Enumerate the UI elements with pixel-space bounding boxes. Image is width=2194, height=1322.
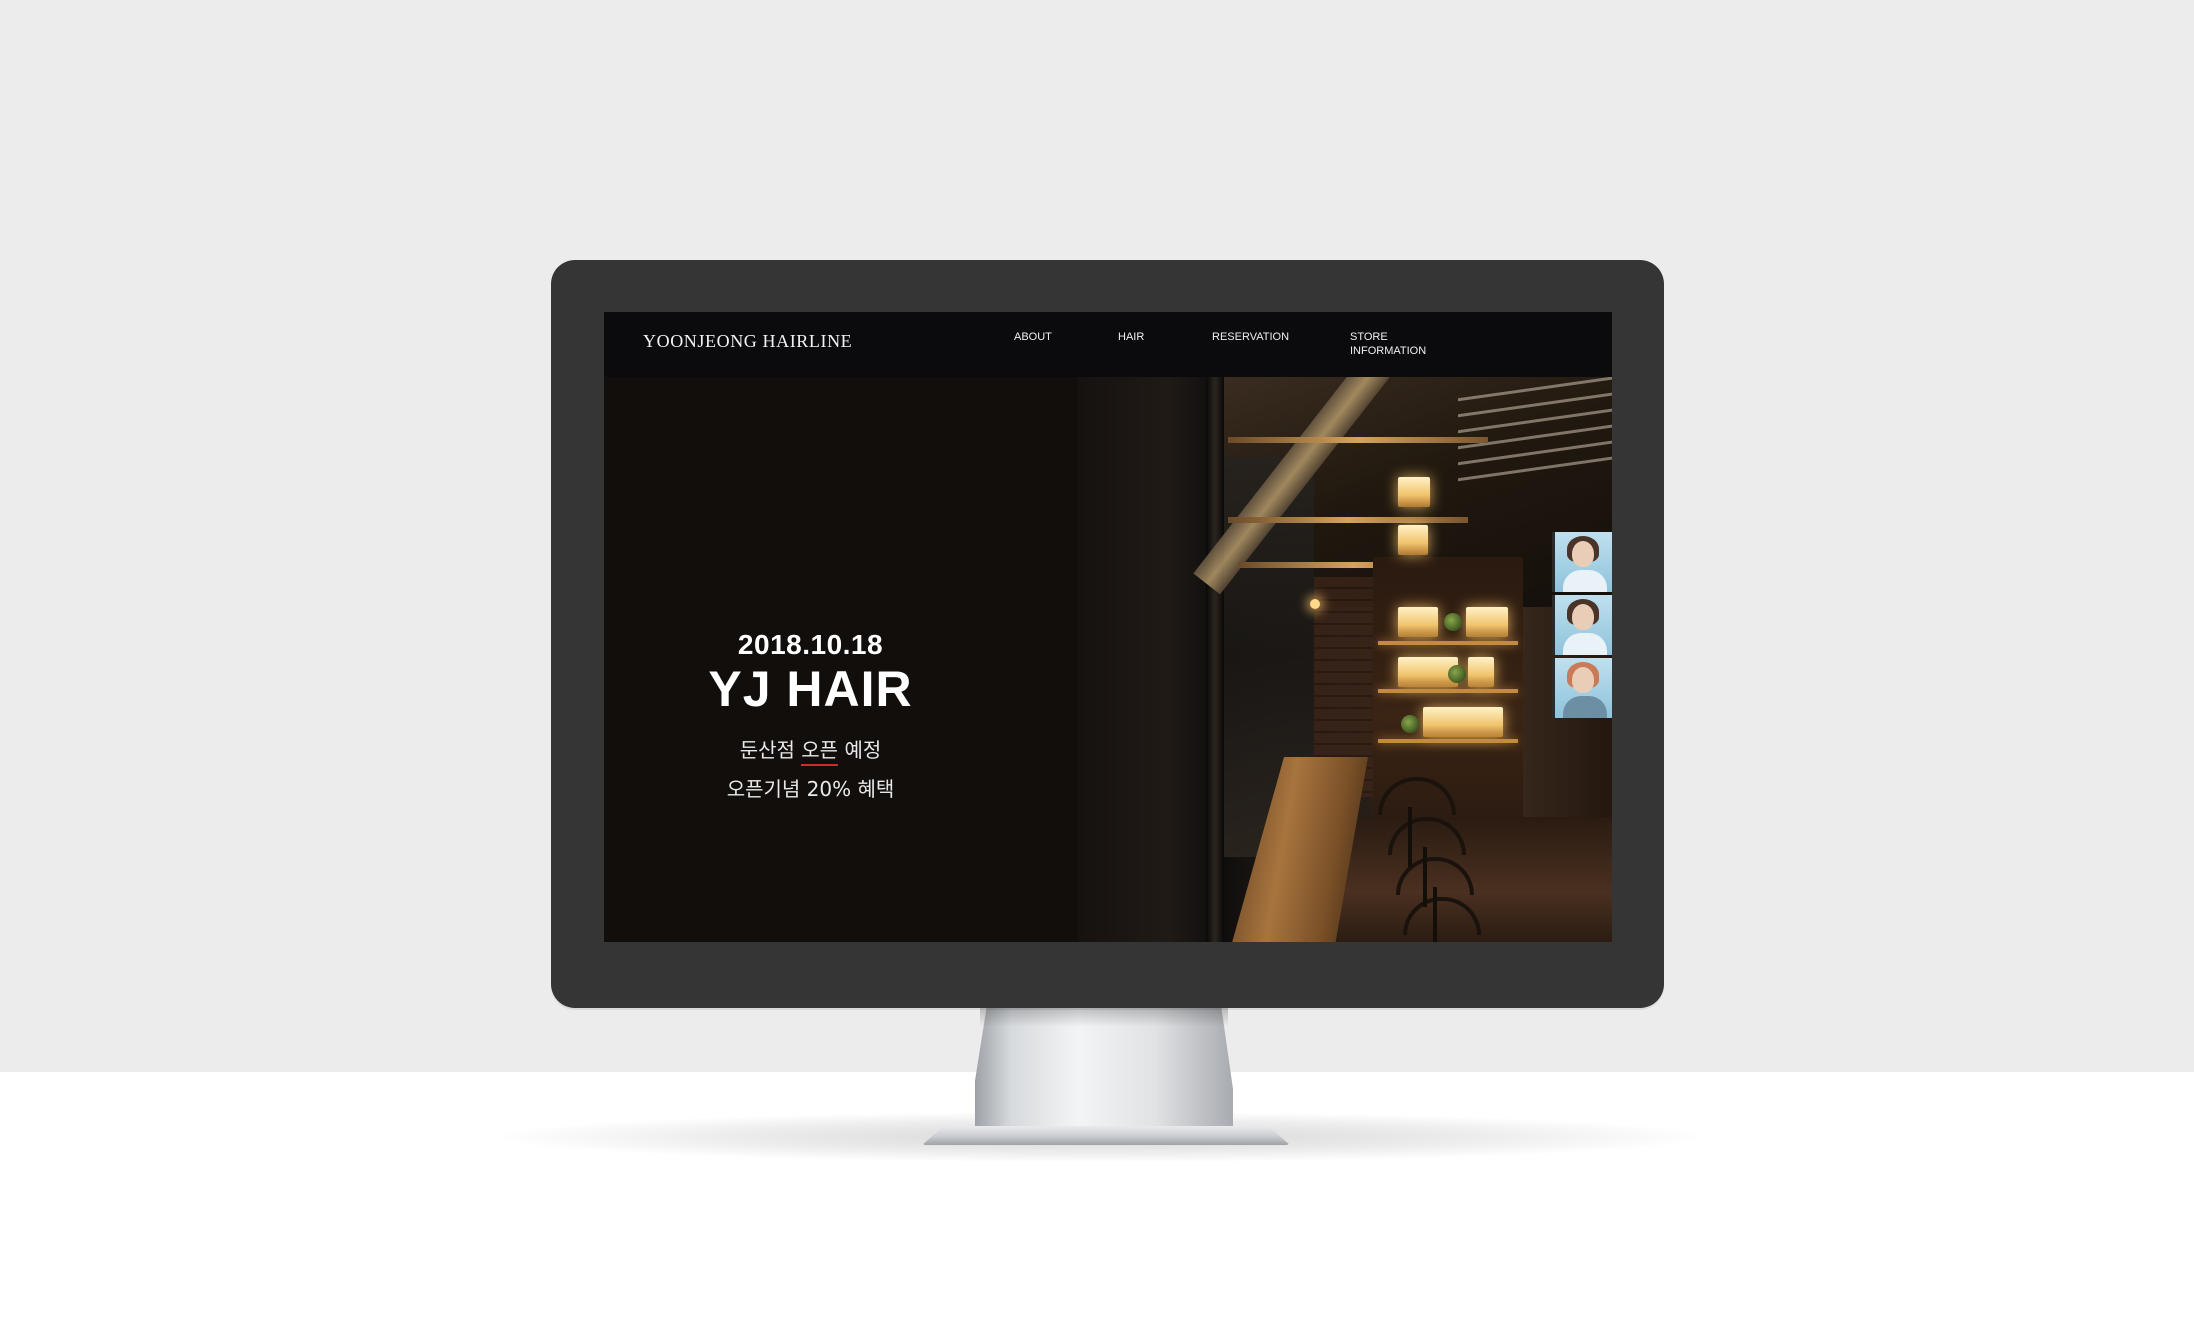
hero-opening-prefix: 둔산점 [739, 738, 802, 762]
hero-text-panel: 2018.10.18 YJ HAIR 둔산점 오픈 예정 오픈기념 20% 혜택 [604, 377, 1078, 942]
site-header: YOONJEONG HAIRLINE ABOUT HAIR RESERVATIO… [604, 312, 1612, 377]
hero-date: 2018.10.18 [737, 629, 884, 660]
hero-opening-notice: 둔산점 오픈 예정 [604, 734, 1017, 766]
monitor-stand-base [922, 1126, 1290, 1145]
monitor-stand-shade [980, 1005, 1228, 1027]
monitor-screen: YOONJEONG HAIRLINE ABOUT HAIR RESERVATIO… [604, 312, 1612, 942]
nav-hair[interactable]: HAIR [1118, 330, 1144, 344]
salon-interior-photo [1078, 377, 1612, 942]
model-photo-frame [1552, 532, 1612, 592]
hero-opening-suffix: 예정 [838, 738, 882, 762]
hero-title: YJ HAIR [708, 661, 913, 717]
nav-store-information[interactable]: STORE INFORMATION [1350, 330, 1440, 358]
site-logo[interactable]: YOONJEONG HAIRLINE [643, 331, 852, 352]
hero-opening-highlight: 오픈 [801, 738, 839, 766]
model-photo-frame [1552, 658, 1612, 718]
nav-reservation[interactable]: RESERVATION [1212, 330, 1289, 344]
hero-promotion: 오픈기념 20% 혜택 [726, 777, 895, 801]
model-photo-frame [1552, 595, 1612, 655]
nav-about[interactable]: ABOUT [1014, 330, 1052, 344]
